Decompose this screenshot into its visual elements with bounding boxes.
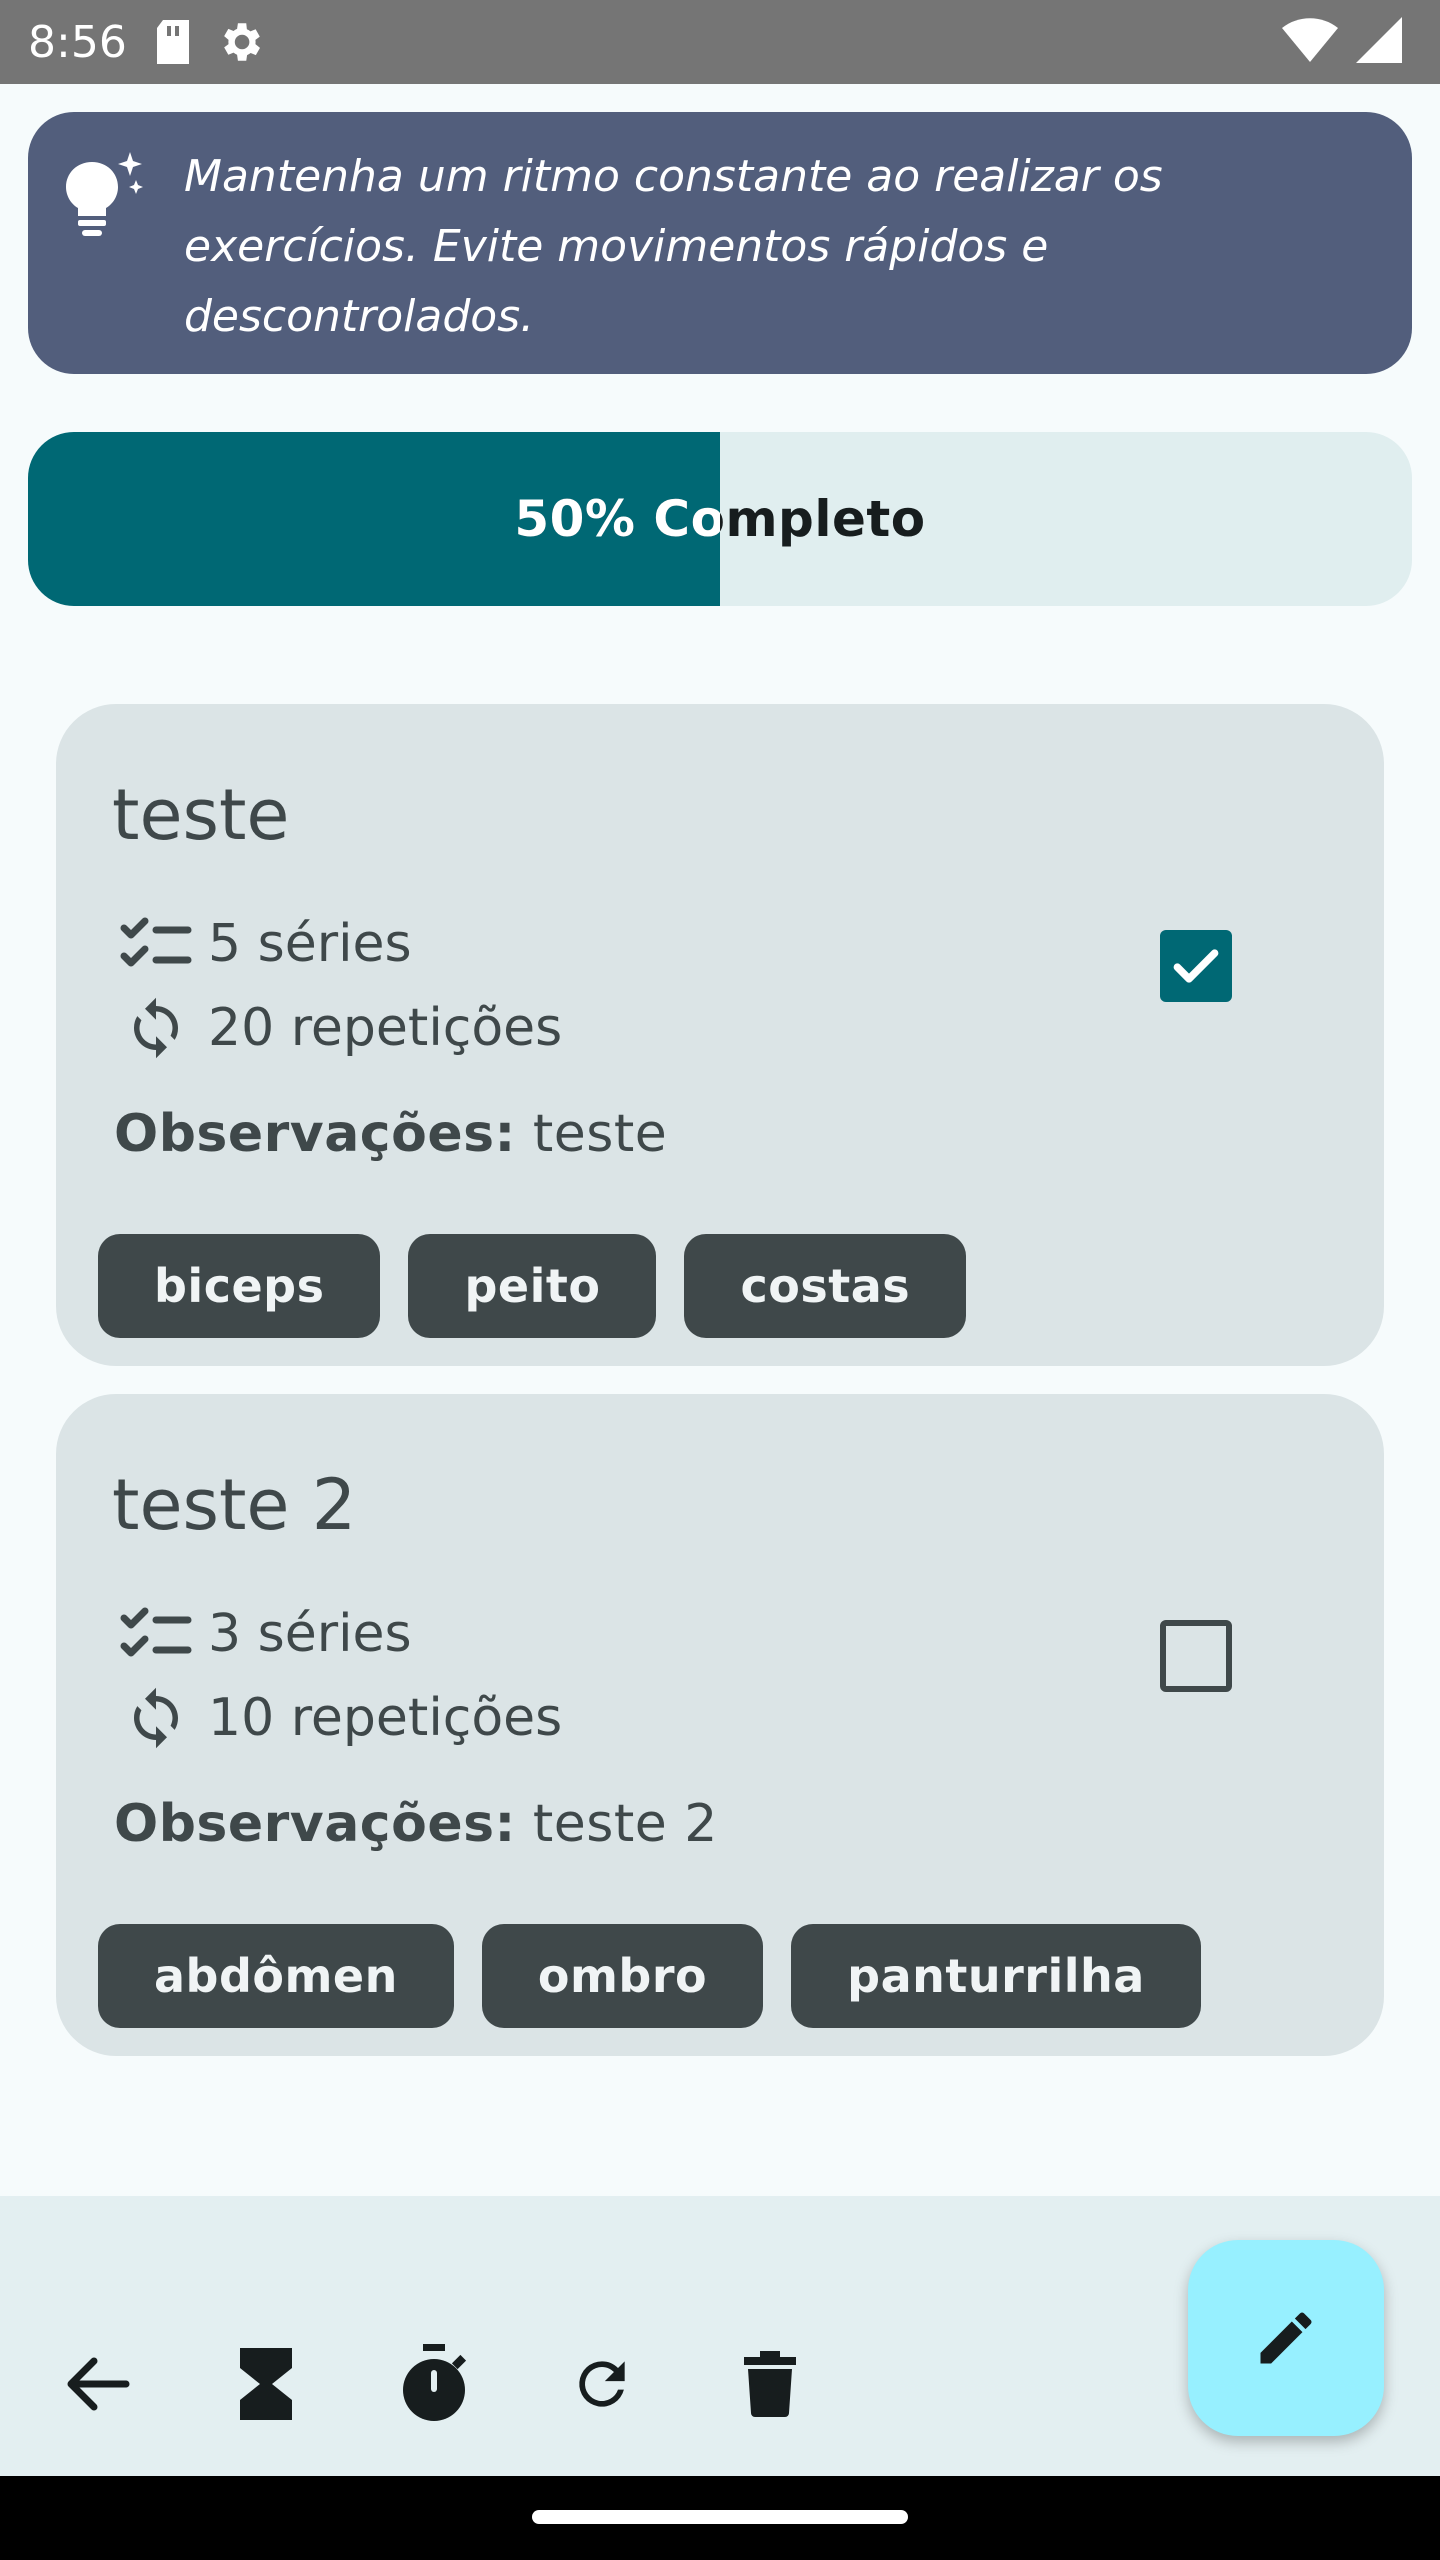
series-row: 5 séries xyxy=(116,904,412,984)
stopwatch-icon[interactable] xyxy=(386,2336,482,2432)
tag-chip[interactable]: ombro xyxy=(481,1924,764,2028)
reps-text: 20 repetições xyxy=(208,998,563,1058)
reps-row: 10 repetições xyxy=(116,1678,562,1758)
edit-fab-button[interactable] xyxy=(1188,2240,1384,2436)
edit-pencil-icon xyxy=(1260,2312,1312,2364)
back-arrow-icon[interactable] xyxy=(50,2336,146,2432)
sd-card-icon xyxy=(155,20,191,64)
refresh-icon[interactable] xyxy=(554,2336,650,2432)
observations-label: Observações: xyxy=(114,1104,516,1164)
checklist-icon xyxy=(116,1594,196,1674)
cell-signal-icon xyxy=(1356,17,1402,67)
reps-row: 20 repetições xyxy=(116,988,562,1068)
tag-chip[interactable]: panturrilha xyxy=(791,1924,1201,2028)
done-checkbox[interactable] xyxy=(1160,1620,1232,1692)
lightbulb-sparkle-icon xyxy=(58,152,168,262)
tag-chip[interactable]: costas xyxy=(684,1234,967,1338)
tag-chip[interactable]: peito xyxy=(408,1234,657,1338)
wifi-icon xyxy=(1282,18,1338,66)
home-handle[interactable] xyxy=(532,2510,908,2524)
observations-value: teste xyxy=(532,1104,668,1164)
checkmark-icon xyxy=(1173,949,1219,983)
settings-gear-icon xyxy=(215,17,265,67)
system-nav-bar xyxy=(0,2476,1440,2560)
observations: Observações: teste 2 xyxy=(114,1794,718,1854)
observations: Observações: teste xyxy=(114,1104,667,1164)
exercise-card[interactable]: teste 2 3 séries 10 repetições Observaçõ… xyxy=(56,1394,1384,2056)
reps-text: 10 repetições xyxy=(208,1688,563,1748)
bottom-app-bar xyxy=(0,2196,1440,2476)
tag-chip[interactable]: biceps xyxy=(98,1234,381,1338)
observations-value: teste 2 xyxy=(532,1794,718,1854)
sync-icon xyxy=(116,988,196,1068)
delete-icon[interactable] xyxy=(722,2336,818,2432)
series-row: 3 séries xyxy=(116,1594,412,1674)
sync-icon xyxy=(116,1678,196,1758)
progress-label-overlay: 50% Completo xyxy=(28,432,720,606)
status-bar: 8:56 xyxy=(0,0,1440,84)
status-time: 8:56 xyxy=(28,16,127,68)
tag-chip[interactable]: abdômen xyxy=(98,1924,454,2028)
series-text: 5 séries xyxy=(208,914,412,974)
muscle-tags: abdômen ombro panturrilha xyxy=(98,1924,1201,2028)
done-checkbox[interactable] xyxy=(1160,930,1232,1002)
exercise-title: teste xyxy=(112,774,290,856)
progress-bar: 50% Completo 50% Completo xyxy=(28,432,1412,606)
muscle-tags: biceps peito costas xyxy=(98,1234,967,1338)
observations-label: Observações: xyxy=(114,1794,516,1854)
progress-label-light: 50% Completo xyxy=(514,490,720,548)
series-text: 3 séries xyxy=(208,1604,412,1664)
tip-text: Mantenha um ritmo constante ao realizar … xyxy=(184,151,1163,342)
exercise-title: teste 2 xyxy=(112,1464,357,1546)
hourglass-icon[interactable] xyxy=(218,2336,314,2432)
tip-banner: Mantenha um ritmo constante ao realizar … xyxy=(28,112,1412,374)
checklist-icon xyxy=(116,904,196,984)
exercise-card[interactable]: teste 5 séries 20 repetições Observações… xyxy=(56,704,1384,1366)
